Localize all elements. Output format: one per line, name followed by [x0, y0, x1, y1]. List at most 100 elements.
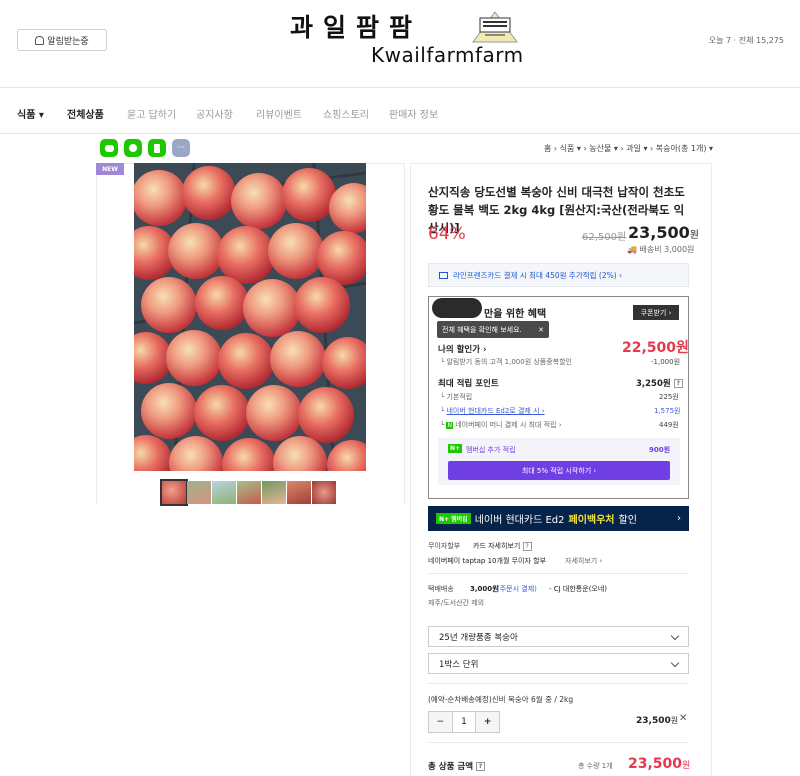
banner-highlight: 페이백우처	[568, 515, 615, 526]
sale-price: 23,500원	[628, 223, 699, 242]
help-icon[interactable]: ?	[522, 541, 532, 551]
card-promo-bar[interactable]: 라인프렌즈카드 결제 시 최대 450원 추가적립 (2%) ›	[428, 263, 689, 287]
installment-detail-link[interactable]: 자세히보기 ›	[565, 556, 602, 566]
points-row-3-label[interactable]: 네이버페이 머니 결제 시 최대 적립 ›	[455, 421, 561, 429]
points-row-2-label[interactable]: 네이버 현대카드 Ed2로 결제 시 ›	[446, 407, 544, 415]
discount-amount: -1,000원	[651, 358, 681, 366]
thumbnail-2[interactable]	[187, 481, 211, 504]
sale-price-unit: 원	[689, 230, 699, 241]
quantity-input[interactable]: 1	[451, 712, 477, 732]
crumb-food[interactable]: 식품 ▾	[560, 144, 581, 153]
item-price-value: 23,500	[636, 716, 671, 726]
points-row-1-value: 225원	[659, 393, 679, 401]
more-icon[interactable]: ···	[172, 139, 190, 157]
thumbnail-1[interactable]	[160, 479, 188, 506]
notify-button[interactable]: 알림받는중	[17, 29, 107, 51]
nav-food[interactable]: 식품 ▾	[17, 106, 44, 121]
band-icon[interactable]	[124, 139, 142, 157]
total-count: 총 수량 1개	[578, 762, 613, 770]
thumbnail-4[interactable]	[237, 481, 261, 504]
discount-rate: 64%	[428, 224, 466, 244]
item-price-unit: 원	[670, 716, 679, 725]
quantity-plus-button[interactable]: +	[476, 712, 500, 732]
points-value-text: 3,250원	[636, 379, 671, 389]
item-price: 23,500원	[636, 715, 678, 726]
thumbnail-5[interactable]	[262, 481, 286, 504]
tooltip-close-icon[interactable]: ✕	[538, 326, 544, 334]
option-select-1-value: 25년 개량품종 복숭아	[439, 632, 518, 643]
option-select-2[interactable]: 1박스 단위	[428, 653, 689, 674]
shipping-fee: 🚚 배송비 3,000원	[627, 244, 694, 255]
nav-qna[interactable]: 묻고 답하기	[127, 106, 176, 121]
benefits-heading: 만을 위한 혜택	[484, 309, 547, 320]
quantity-minus-button[interactable]: −	[429, 712, 452, 732]
banner-suffix: 할인	[618, 515, 637, 526]
divider	[428, 573, 689, 574]
crumb-agri[interactable]: 농산물 ▾	[589, 144, 618, 153]
total-price: 23,500원	[628, 756, 690, 772]
points-row-3[interactable]: └ N 네이버페이 머니 결제 시 최대 적립 ›	[440, 420, 562, 430]
product-photo[interactable]	[134, 163, 366, 471]
divider	[428, 742, 689, 743]
points-row-2[interactable]: └ 네이버 현대카드 Ed2로 결제 시 ›	[440, 406, 545, 416]
tooltip-text: 전체 혜택을 확인해 보세요.	[442, 325, 522, 334]
installment-label: 무이자할부	[428, 542, 461, 550]
remove-option-icon[interactable]: ✕	[679, 713, 687, 724]
bookmark-icon[interactable]	[148, 139, 166, 157]
chevron-right-icon: ›	[677, 513, 681, 524]
card-banner[interactable]: N+ 멤버십 네이버 현대카드 Ed2 페이백우처 할인 ›	[428, 506, 689, 531]
delivery-label: 택배배송	[428, 585, 454, 593]
bell-icon	[35, 35, 45, 45]
shipping-fee-text: 배송비 3,000원	[639, 245, 695, 254]
crumb-home[interactable]: 홈	[544, 144, 551, 153]
banner-text: 네이버 현대카드 Ed2	[474, 515, 565, 526]
divider	[428, 683, 689, 684]
help-icon[interactable]: ?	[476, 762, 485, 771]
talk-icon[interactable]	[100, 139, 118, 157]
card-detail-link[interactable]: 카드 자세히보기 ?	[473, 541, 532, 551]
store-logo-korean[interactable]: 과일팜팜	[290, 8, 422, 44]
points-row-1-label: 기본적립	[446, 393, 473, 401]
my-price-label[interactable]: 나의 할인가 ›	[438, 343, 487, 355]
points-label: 최대 적립 포인트	[438, 379, 499, 389]
crumb-peach[interactable]: 복숭아(총 1개) ▾	[656, 144, 713, 153]
quantity-stepper[interactable]: − 1 +	[428, 711, 500, 733]
total-price-unit: 원	[682, 761, 691, 771]
nav-all-products[interactable]: 전체상품	[67, 106, 104, 121]
store-logo-english[interactable]: Kwailfarmfarm	[371, 43, 524, 67]
points-row-2-value: 1,575원	[654, 407, 681, 415]
category-nav: 식품 ▾ 전체상품 묻고 답하기 공지사항 리뷰이벤트 쇼핑스토리 판매자 정보	[0, 88, 800, 134]
thumbnail-3[interactable]	[212, 481, 236, 504]
card-detail-link-text[interactable]: 카드 자세히보기	[473, 542, 520, 550]
crumb-fruit[interactable]: 과일 ▾	[626, 144, 647, 153]
membership-start-button[interactable]: 최대 5% 적립 시작하기 ›	[448, 461, 670, 480]
total-price-value: 23,500	[628, 756, 683, 772]
option-select-1[interactable]: 25년 개량품종 복숭아	[428, 626, 689, 647]
chevron-down-icon	[670, 631, 680, 641]
new-badge: NEW	[96, 163, 124, 175]
store-header: 알림받는중 과일팜팜 Kwailfarmfarm 오늘 7 · 전체 15,27…	[0, 0, 800, 88]
card-icon	[439, 271, 448, 279]
npay-plus-icon: N+	[448, 444, 463, 453]
peach-image	[134, 163, 366, 471]
coupon-button[interactable]: 쿠폰받기 ›	[633, 305, 679, 320]
original-price: 62,500원	[582, 232, 627, 243]
nav-review-event[interactable]: 리뷰이벤트	[256, 106, 302, 121]
thumbnail-6[interactable]	[287, 481, 311, 504]
nav-notice[interactable]: 공지사항	[196, 106, 233, 121]
benefits-tooltip: 전체 혜택을 확인해 보세요. ✕	[437, 321, 549, 338]
delivery-exclude: 제주/도서산간 제외	[428, 599, 485, 607]
discount-note: └ 알림받기 동의 고객 1,000원 상품중복할인	[440, 358, 572, 366]
nav-seller-info[interactable]: 판매자 정보	[389, 106, 438, 121]
store-logo-badge	[472, 11, 518, 43]
thumbnail-7[interactable]	[312, 481, 336, 504]
total-label-text: 총 상품 금액	[428, 762, 474, 772]
visit-counter: 오늘 7 · 전체 15,275	[708, 36, 784, 45]
membership-label: 멤버십 추가 적립	[466, 446, 516, 454]
chevron-down-icon	[670, 658, 680, 668]
breadcrumb: 홈 › 식품 ▾ › 농산물 ▾ › 과일 ▾ › 복숭아(총 1개) ▾	[544, 144, 713, 153]
help-icon[interactable]: ?	[673, 379, 683, 388]
delivery-fee: 3,000원	[470, 585, 499, 593]
nav-shopping-story[interactable]: 쇼핑스토리	[323, 106, 369, 121]
discount-note-text: 알림받기 동의 고객 1,000원 상품중복할인	[446, 358, 572, 366]
